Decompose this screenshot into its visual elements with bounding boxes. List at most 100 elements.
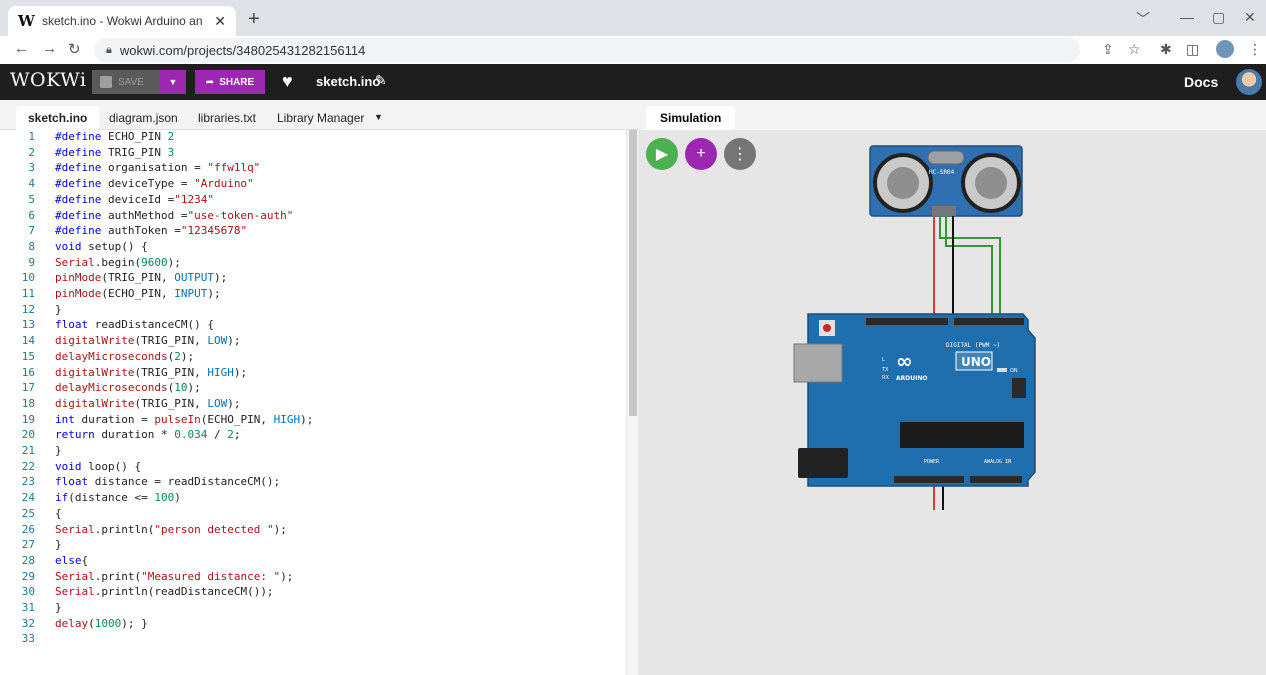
- code-text: digitalWrite(TRIG_PIN, LOW);: [55, 334, 241, 348]
- code-line[interactable]: 33: [0, 632, 55, 646]
- line-number: 4: [28, 177, 35, 191]
- pencil-icon[interactable]: ✎: [375, 72, 387, 89]
- code-line[interactable]: 5 #define deviceId ="1234": [0, 193, 214, 207]
- power-jack: [798, 448, 848, 478]
- code-line[interactable]: 9 Serial.begin(9600);: [0, 256, 180, 270]
- tab-diagram-json[interactable]: diagram.json: [109, 111, 178, 125]
- on-led: [997, 368, 1007, 372]
- tab-search-icon[interactable]: ﹀: [1136, 9, 1150, 29]
- line-number: 20: [21, 428, 35, 442]
- tab-library-manager[interactable]: Library Manager: [277, 111, 364, 125]
- forward-icon[interactable]: →: [42, 40, 57, 57]
- browser-menu-icon[interactable]: ⋮: [1248, 41, 1262, 58]
- code-line[interactable]: 26 Serial.println("person detected ");: [0, 523, 287, 537]
- code-line[interactable]: 24 if(distance <= 100): [0, 491, 181, 505]
- share-page-icon[interactable]: ⇪: [1102, 41, 1114, 58]
- wokwi-favicon-icon: W: [18, 12, 35, 30]
- restore-icon[interactable]: ▢: [1212, 9, 1225, 26]
- arduino-infinity-logo: ∞: [896, 349, 913, 373]
- tabs-dropdown-icon[interactable]: ▼: [374, 112, 383, 122]
- code-line[interactable]: 15 delayMicroseconds(2);: [0, 350, 194, 364]
- side-panel-icon[interactable]: ◫: [1186, 41, 1199, 58]
- address-bar[interactable]: 🔒︎ wokwi.com/projects/348025431282156114: [94, 38, 1080, 62]
- code-line[interactable]: 30 Serial.println(readDistanceCM());: [0, 585, 274, 599]
- heart-icon[interactable]: ♥: [282, 71, 293, 92]
- code-line[interactable]: 21}: [0, 444, 62, 458]
- code-line[interactable]: 16 digitalWrite(TRIG_PIN, HIGH);: [0, 366, 247, 380]
- tab-sketch-ino[interactable]: sketch.ino: [16, 106, 100, 130]
- line-number: 33: [21, 632, 35, 646]
- extensions-puzzle-icon[interactable]: ✱: [1160, 41, 1172, 58]
- code-line[interactable]: 28 else{: [0, 554, 88, 568]
- code-line[interactable]: 7 #define authToken ="12345678": [0, 224, 247, 238]
- code-text: }: [55, 302, 62, 316]
- code-line[interactable]: 18 digitalWrite(TRIG_PIN, LOW);: [0, 397, 241, 411]
- code-line[interactable]: 19 int duration = pulseIn(ECHO_PIN, HIGH)…: [0, 412, 314, 427]
- simulation-canvas[interactable]: HC-SR04 DIGITAL (PWM ~) ∞ UNO ARDUINO L …: [638, 100, 1266, 675]
- minimize-icon[interactable]: —: [1180, 9, 1194, 25]
- line-number: 22: [21, 459, 35, 473]
- code-line[interactable]: 4 #define deviceType = "Arduino": [0, 177, 253, 191]
- line-number: 32: [21, 616, 35, 630]
- line-number: 21: [21, 444, 35, 457]
- digital-label: DIGITAL (PWM ~): [946, 342, 1000, 349]
- code-line[interactable]: 14 digitalWrite(TRIG_PIN, LOW);: [0, 334, 241, 348]
- close-tab-icon[interactable]: ✕: [214, 13, 226, 30]
- line-number: 15: [21, 349, 35, 363]
- code-line[interactable]: 11 pinMode(ECHO_PIN, INPUT);: [0, 287, 221, 301]
- back-icon[interactable]: ←: [14, 40, 29, 57]
- user-avatar[interactable]: [1236, 69, 1262, 95]
- code-line[interactable]: 3 #define organisation = "ffw1lq": [0, 161, 260, 175]
- power-label: POWER: [924, 459, 940, 465]
- code-line[interactable]: 6 #define authMethod ="use-token-auth": [0, 209, 293, 223]
- code-line[interactable]: 12}: [0, 303, 62, 317]
- code-line[interactable]: 23 float distance = readDistanceCM();: [0, 475, 280, 489]
- code-line[interactable]: 20 return duration * 0.034 / 2;: [0, 428, 241, 442]
- code-line[interactable]: 13 float readDistanceCM() {: [0, 318, 214, 332]
- editor-scrollbar-thumb[interactable]: [629, 130, 637, 416]
- code-text: Serial.println(readDistanceCM());: [55, 585, 274, 599]
- hc-sr04-sensor[interactable]: HC-SR04: [869, 145, 1023, 217]
- code-text: float readDistanceCM() {: [55, 318, 214, 332]
- tab-libraries-txt[interactable]: libraries.txt: [198, 111, 256, 125]
- browser-tab-title: sketch.ino - Wokwi Arduino and E: [42, 14, 202, 28]
- code-text: pinMode(ECHO_PIN, INPUT);: [55, 287, 221, 300]
- code-line[interactable]: 25 {: [0, 507, 62, 521]
- code-line[interactable]: 8 void setup() {: [0, 240, 147, 254]
- wokwi-logo[interactable]: WOKWi: [10, 69, 86, 91]
- code-text: else{: [55, 553, 89, 567]
- line-number: 25: [21, 506, 35, 520]
- code-line[interactable]: 31}: [0, 601, 62, 615]
- code-line[interactable]: 17 delayMicroseconds(10);: [0, 381, 201, 395]
- share-button[interactable]: ➦ SHARE: [195, 70, 265, 94]
- arduino-uno-board[interactable]: DIGITAL (PWM ~) ∞ UNO ARDUINO L TX RX ON…: [793, 313, 1036, 487]
- line-number: 12: [21, 302, 35, 316]
- reset-button-cap: [823, 324, 831, 332]
- browser-profile-avatar[interactable]: [1216, 40, 1234, 58]
- bookmark-star-icon[interactable]: ☆: [1128, 41, 1141, 58]
- editor-scrollbar[interactable]: [626, 130, 638, 675]
- code-line[interactable]: 29 Serial.print("Measured distance: ");: [0, 570, 294, 584]
- close-window-icon[interactable]: ✕: [1244, 9, 1256, 26]
- save-dropdown-button[interactable]: ▼: [160, 70, 186, 94]
- browser-tab[interactable]: W sketch.ino - Wokwi Arduino and E ✕: [8, 6, 236, 36]
- line-number: 19: [21, 412, 35, 426]
- reload-icon[interactable]: ↻: [68, 40, 81, 58]
- code-line[interactable]: 10 pinMode(TRIG_PIN, OUTPUT);: [0, 271, 227, 285]
- code-text: delayMicroseconds(10);: [55, 381, 201, 395]
- wokwi-header: WOKWi SAVE ▼ ➦ SHARE ♥ sketch.ino ✎ Docs: [0, 64, 1266, 100]
- sensor-pin-header: [932, 206, 956, 216]
- code-line[interactable]: 32 delay(1000); }: [0, 617, 148, 631]
- code-line[interactable]: 22 void loop() {: [0, 460, 141, 474]
- code-line[interactable]: 27}: [0, 538, 62, 552]
- code-text: }: [55, 601, 62, 614]
- code-area[interactable]: 1 #define ECHO_PIN 2 2 #define TRIG_PIN 3 3 #…: [0, 130, 626, 675]
- analog-label: ANALOG IN: [984, 459, 1011, 465]
- code-text: }: [55, 538, 62, 552]
- code-line[interactable]: 1 #define ECHO_PIN 2: [0, 130, 174, 144]
- new-tab-button[interactable]: +: [248, 8, 260, 31]
- save-button[interactable]: SAVE: [92, 70, 160, 94]
- project-name[interactable]: sketch.ino: [316, 74, 380, 89]
- docs-link[interactable]: Docs: [1184, 74, 1218, 90]
- code-line[interactable]: 2 #define TRIG_PIN 3: [0, 146, 174, 160]
